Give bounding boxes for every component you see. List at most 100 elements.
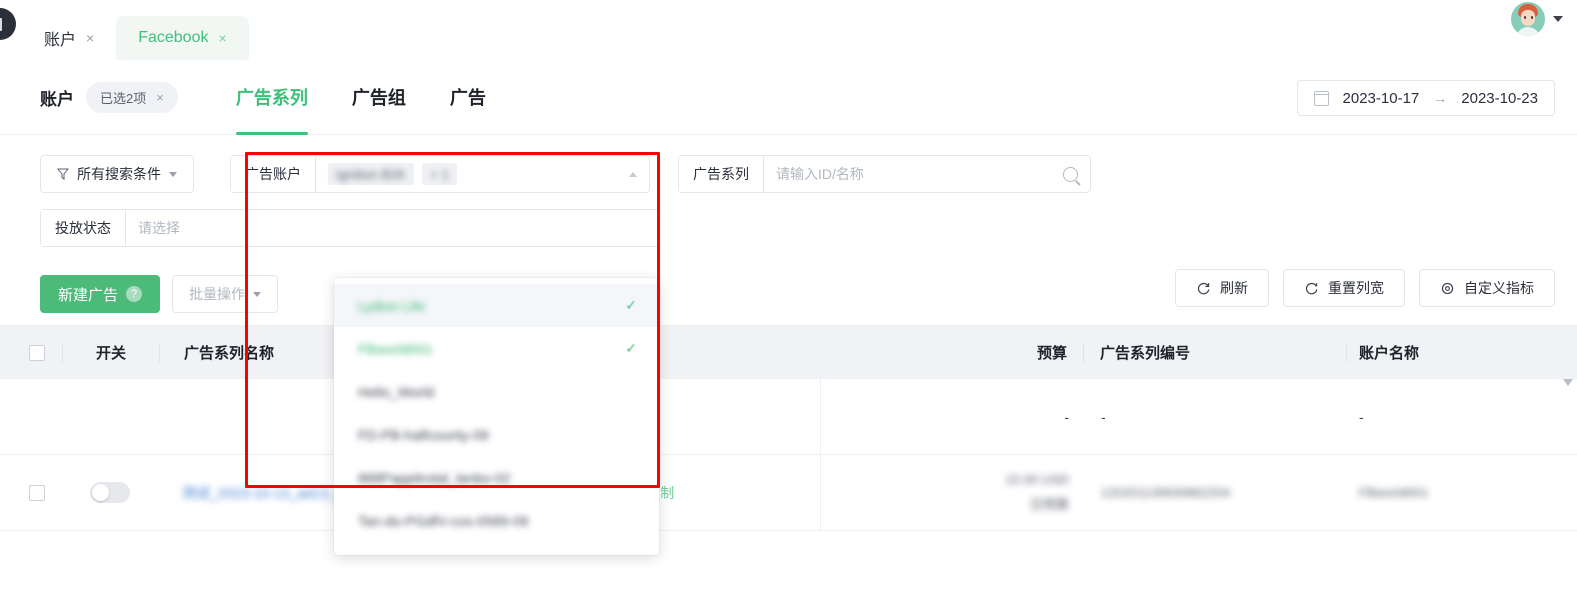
date-range-picker[interactable]: 2023-10-17 → 2023-10-23 xyxy=(1296,80,1555,116)
dropdown-option[interactable]: Tan-dо-PGdfV-cos-0589-09 xyxy=(334,499,659,542)
header-spacer xyxy=(760,326,963,379)
ad-account-tag-2-label: + 1 xyxy=(430,166,449,182)
avatar-body xyxy=(1516,27,1540,36)
dropdown-option-label: Tan-dо-PGdfV-cos-0589-09 xyxy=(358,512,529,529)
delivery-status-label: 投放状态 xyxy=(41,210,126,246)
funnel-icon xyxy=(57,168,69,180)
tab-ads-label: 广告 xyxy=(449,88,486,108)
dropdown-option-label: FBworld001 xyxy=(358,340,433,357)
row-switch-cell[interactable] xyxy=(62,455,158,530)
ad-account-label: 广告账户 xyxy=(231,156,316,192)
chevron-up-icon[interactable] xyxy=(629,171,637,177)
row-campaign-id-cell: - xyxy=(1085,379,1347,454)
custom-metrics-button[interactable]: 自定义指标 xyxy=(1419,269,1555,307)
search-icon[interactable] xyxy=(1063,166,1078,182)
table-row[interactable]: - - - xyxy=(0,379,1577,455)
user-menu[interactable] xyxy=(1511,2,1563,36)
header-switch-label: 开关 xyxy=(95,345,126,362)
ad-account-dropdown[interactable]: Lydion Life ✓ FBworld001 ✓ Hello_World F… xyxy=(334,278,659,555)
selected-accounts-chip[interactable]: 已选2项 × xyxy=(86,81,178,113)
calendar-icon xyxy=(1313,90,1329,106)
header-campaign-id-label: 广告系列编号 xyxy=(1100,345,1191,362)
tab-adsets[interactable]: 广告组 xyxy=(352,60,406,135)
date-range-start[interactable]: 2023-10-17 xyxy=(1343,90,1420,107)
dropdown-option-label: FD-PB-halfcounty-09 xyxy=(358,426,489,443)
dropdown-option[interactable]: Lydion Life ✓ xyxy=(334,284,659,327)
dropdown-option[interactable]: 888Pappitrotal_lanbo-02 xyxy=(334,456,659,499)
row-campaign-id-cell: 120201139930862204 xyxy=(1085,455,1347,530)
row-budget-type: 日预算 xyxy=(1029,497,1069,512)
tab-adsets-label: 广告组 xyxy=(351,88,406,108)
reset-column-width-button[interactable]: 重置列宽 xyxy=(1283,269,1405,307)
header-budget: 预算 xyxy=(963,326,1083,379)
table-row[interactable]: 测试_2023-10-13_ad13_wj23013 编辑 深度复制 15.00… xyxy=(0,455,1577,531)
row-budget-value: - xyxy=(1064,408,1069,425)
chip-close-icon[interactable]: × xyxy=(156,90,164,105)
dropdown-option[interactable]: Hello_World xyxy=(334,370,659,413)
tab-ads[interactable]: 广告 xyxy=(450,60,486,135)
chevron-down-icon xyxy=(253,291,262,297)
row-spacer xyxy=(758,379,965,454)
batch-operations-button[interactable]: 批量操作 xyxy=(172,275,279,313)
dropdown-option[interactable]: FD-PB-halfcounty-09 xyxy=(334,413,659,456)
reset-column-width-label: 重置列宽 xyxy=(1328,280,1384,296)
tab-facebook-close-icon[interactable]: × xyxy=(218,31,226,45)
filter-row-2: 投放状态 请选择 xyxy=(40,209,1555,247)
row-select-cell[interactable] xyxy=(0,455,62,530)
new-ad-button[interactable]: 新建广告 ? xyxy=(40,275,161,313)
select-all-checkbox[interactable] xyxy=(29,344,45,361)
tab-campaigns[interactable]: 广告系列 xyxy=(235,60,308,135)
new-ad-label: 新建广告 xyxy=(58,286,119,304)
page-content: 账户 已选2项 × 广告系列 广告组 广告 2023-10-17 → 2023-… xyxy=(0,60,1577,605)
row-account-name-value: FBworld001 xyxy=(1359,485,1429,500)
campaign-search-input[interactable]: 请输入ID/名称 xyxy=(776,164,864,184)
tab-list: 账户 × Facebook × xyxy=(22,16,249,60)
all-search-conditions-button[interactable]: 所有搜索条件 xyxy=(40,155,194,193)
gear-icon xyxy=(1440,281,1455,296)
select-all-cell[interactable] xyxy=(0,326,62,379)
ad-account-tag-2[interactable]: + 1 xyxy=(422,163,457,185)
row-switch-cell[interactable] xyxy=(62,379,158,454)
delivery-status-select-area[interactable]: 请选择 xyxy=(126,210,659,246)
delivery-status-filter[interactable]: 投放状态 请选择 xyxy=(40,209,660,247)
table-header-row: 开关 广告系列名称 预算 广告系列编号 账户名称 xyxy=(0,325,1577,379)
row-checkbox[interactable] xyxy=(29,484,45,501)
delivery-status-value[interactable]: 请选择 xyxy=(138,218,180,238)
filter-row-1: 所有搜索条件 广告账户 Ignition B2K + 1 广告系列 请输入ID/… xyxy=(40,155,1555,193)
tab-accounts-close-icon[interactable]: × xyxy=(86,31,94,45)
tab-accounts-label: 账户 xyxy=(44,32,77,49)
row-campaign-id-value: 120201139930862204 xyxy=(1101,485,1231,500)
campaign-search-filter[interactable]: 广告系列 请输入ID/名称 xyxy=(678,155,1091,193)
refresh-button[interactable]: 刷新 xyxy=(1175,269,1269,307)
ad-account-tag-1[interactable]: Ignition B2K xyxy=(328,163,415,185)
campaign-search-input-area[interactable]: 请输入ID/名称 xyxy=(764,156,1090,192)
nav-tabs: 广告系列 广告组 广告 xyxy=(235,60,486,135)
ad-account-value-area[interactable]: Ignition B2K + 1 xyxy=(316,156,649,192)
check-icon: ✓ xyxy=(625,297,637,313)
row-select-cell[interactable] xyxy=(0,379,62,454)
tab-facebook[interactable]: Facebook × xyxy=(116,16,249,60)
row-account-name-cell: FBworld001 xyxy=(1347,455,1577,530)
row-toggle-switch[interactable] xyxy=(90,482,130,503)
row-budget-stack: 15.00 USD 日预算 xyxy=(1005,472,1069,513)
check-icon: ✓ xyxy=(625,340,637,356)
tab-accounts[interactable]: 账户 × xyxy=(22,16,116,60)
chevron-down-icon xyxy=(169,171,177,177)
header-account-name: 账户名称 xyxy=(1347,326,1577,379)
date-range-end[interactable]: 2023-10-23 xyxy=(1461,90,1538,107)
header-account-name-label: 账户名称 xyxy=(1359,345,1420,362)
help-icon[interactable]: ? xyxy=(126,286,143,302)
ad-account-filter[interactable]: 广告账户 Ignition B2K + 1 xyxy=(230,155,650,193)
header-budget-label: 预算 xyxy=(1036,345,1067,362)
chevron-down-icon[interactable] xyxy=(1553,16,1563,22)
header-switch: 开关 xyxy=(63,326,159,379)
dropdown-option[interactable]: FBworld001 ✓ xyxy=(334,327,659,370)
refresh-icon xyxy=(1196,281,1211,296)
avatar[interactable] xyxy=(1511,2,1545,36)
row-account-name-cell: - xyxy=(1347,379,1577,454)
scroll-down-icon[interactable] xyxy=(1563,379,1573,386)
date-range-arrow-icon: → xyxy=(1433,90,1448,106)
batch-operations-label: 批量操作 xyxy=(189,286,246,302)
refresh-label: 刷新 xyxy=(1220,280,1248,296)
table-toolbar: 新建广告 ? 批量操作 刷新 重置列宽 自定义指标 xyxy=(0,263,1577,319)
